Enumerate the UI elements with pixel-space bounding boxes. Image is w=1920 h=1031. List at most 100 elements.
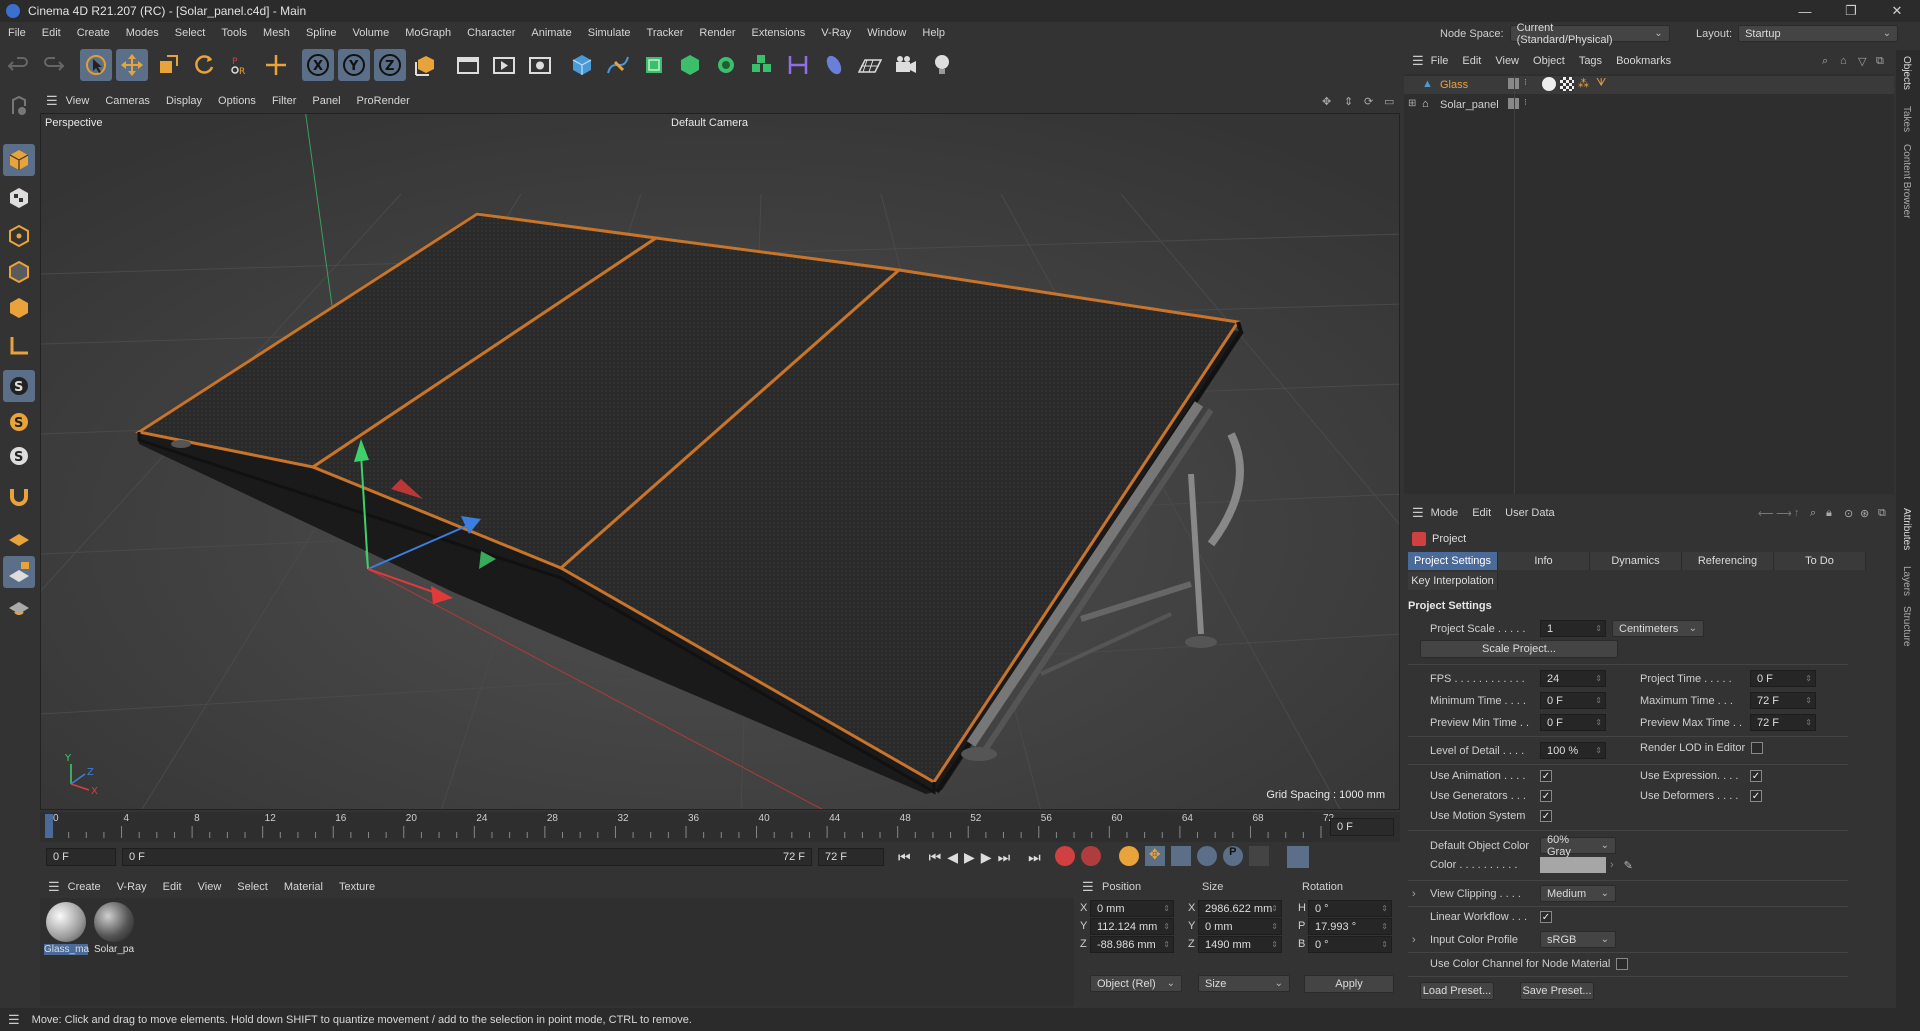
points-mode-icon[interactable] xyxy=(3,220,35,252)
end-frame-field[interactable]: 72 F xyxy=(818,848,884,866)
floor-icon[interactable] xyxy=(854,49,886,81)
apply-button[interactable]: Apply xyxy=(1304,975,1394,993)
attr-more-icon[interactable]: ⊛ xyxy=(1860,507,1869,520)
menu-select[interactable]: Select xyxy=(167,27,214,39)
material-menu-vray[interactable]: V-Ray xyxy=(109,881,155,893)
menu-tracker[interactable]: Tracker xyxy=(639,27,692,39)
planar-workplane-icon[interactable] xyxy=(3,592,35,624)
menu-window[interactable]: Window xyxy=(859,27,914,39)
key-rotation-icon[interactable] xyxy=(1196,846,1217,866)
close-icon[interactable]: ✕ xyxy=(1874,0,1920,22)
key-scale-icon[interactable] xyxy=(1170,846,1191,866)
tab-key-interpolation[interactable]: Key Interpolation xyxy=(1408,572,1498,590)
menu-mograph[interactable]: MoGraph xyxy=(397,27,459,39)
undo-button[interactable] xyxy=(2,49,34,81)
key-position-icon[interactable]: ✥ xyxy=(1144,846,1165,866)
use-expression-checkbox[interactable]: ✓ xyxy=(1750,770,1762,782)
texture-tag-icon[interactable] xyxy=(1560,77,1574,91)
viewport-perspective[interactable]: Y X Z Perspective Default Camera Grid Sp… xyxy=(40,113,1400,810)
light-icon[interactable] xyxy=(926,49,958,81)
tab-structure[interactable]: Structure xyxy=(1901,606,1912,647)
viewport-menu-display[interactable]: Display xyxy=(158,95,210,107)
menu-tools[interactable]: Tools xyxy=(213,27,255,39)
move-tool-button[interactable] xyxy=(116,49,148,81)
render-view-button[interactable] xyxy=(488,49,520,81)
extrude-icon[interactable] xyxy=(674,49,706,81)
timeline-layout-icon[interactable] xyxy=(1286,846,1309,868)
material-menu-edit[interactable]: Edit xyxy=(155,881,190,893)
lock-icon[interactable]: 🔒︎ xyxy=(1826,507,1832,520)
viewport-maximize-icon[interactable]: ▭ xyxy=(1384,95,1394,108)
object-name[interactable]: Glass xyxy=(1440,79,1468,91)
menu-render[interactable]: Render xyxy=(691,27,743,39)
polygons-mode-icon[interactable] xyxy=(3,292,35,324)
mograph-cubes-icon[interactable] xyxy=(746,49,778,81)
viewport-menu-panel[interactable]: Panel xyxy=(304,95,348,107)
tab-referencing[interactable]: Referencing xyxy=(1682,552,1774,570)
menu-file[interactable]: File xyxy=(0,27,34,39)
next-frame-icon[interactable]: ▶ xyxy=(981,849,992,866)
render-region-button[interactable] xyxy=(452,49,484,81)
z-axis-lock-button[interactable]: Z xyxy=(374,49,406,81)
objmgr-menu-file[interactable]: File xyxy=(1424,55,1456,67)
goto-end-icon[interactable]: ⏭ xyxy=(1028,849,1041,866)
field-icon[interactable] xyxy=(818,49,850,81)
menu-simulate[interactable]: Simulate xyxy=(580,27,639,39)
model-mode-icon[interactable] xyxy=(3,144,35,176)
coord-mode-dropdown[interactable]: Object (Rel) xyxy=(1090,975,1182,992)
menu-animate[interactable]: Animate xyxy=(523,27,579,39)
max-time-field[interactable]: 72 F xyxy=(1750,692,1816,709)
material-menu-material[interactable]: Material xyxy=(276,881,331,893)
rotation-field[interactable]: 17.993 ° xyxy=(1308,918,1392,935)
material-item[interactable]: Solar_pa xyxy=(92,902,136,955)
preview-min-field[interactable]: 0 F xyxy=(1540,714,1606,731)
node-space-dropdown[interactable]: Current (Standard/Physical) xyxy=(1509,22,1670,46)
key-pla-icon[interactable] xyxy=(1248,846,1269,866)
filter-icon[interactable]: ▽ xyxy=(1858,55,1866,68)
scale-tool-button[interactable] xyxy=(152,49,184,81)
viewport-menu-cameras[interactable]: Cameras xyxy=(97,95,158,107)
vray-tag-icon[interactable]: ᗐ xyxy=(1596,77,1606,90)
solo-hierarchy-icon[interactable]: S xyxy=(3,440,35,472)
attr-menu-mode[interactable]: Mode xyxy=(1424,507,1466,519)
attr-hamburger-icon[interactable]: ☰ xyxy=(1412,505,1424,521)
menu-volume[interactable]: Volume xyxy=(345,27,398,39)
material-menu-select[interactable]: Select xyxy=(229,881,276,893)
next-key-icon[interactable]: ⏭ xyxy=(998,849,1011,866)
frame-range-slider[interactable]: 0 F 72 F xyxy=(122,848,812,866)
view-clipping-dropdown[interactable]: Medium xyxy=(1540,885,1616,902)
expand-icon[interactable]: ⊞ xyxy=(1408,98,1416,109)
tab-layers[interactable]: Layers xyxy=(1901,566,1912,596)
use-generators-checkbox[interactable]: ✓ xyxy=(1540,790,1552,802)
viewport-menu-prorender[interactable]: ProRender xyxy=(349,95,418,107)
restore-icon[interactable]: ❐ xyxy=(1828,0,1874,22)
menu-edit[interactable]: Edit xyxy=(34,27,69,39)
settings-icon[interactable]: ⊙ xyxy=(1844,507,1853,520)
goto-start-icon[interactable]: ⏮ xyxy=(898,849,911,866)
material-menu-texture[interactable]: Texture xyxy=(331,881,383,893)
size-field[interactable]: 0 mm xyxy=(1198,918,1282,935)
new-window-icon[interactable]: ⧉ xyxy=(1876,55,1884,68)
back-arrow-icon[interactable]: ⟵ xyxy=(1758,507,1774,520)
hamburger-icon[interactable]: ☰ xyxy=(46,93,58,109)
attr-search-icon[interactable]: ⌕ xyxy=(1810,507,1816,520)
pen-spline-icon[interactable] xyxy=(602,49,634,81)
lod-field[interactable]: 100 % xyxy=(1540,742,1606,759)
layout-dropdown[interactable]: Startup xyxy=(1738,25,1899,42)
render-lod-checkbox[interactable] xyxy=(1751,742,1764,754)
color-arrow-icon[interactable]: › xyxy=(1610,859,1614,871)
live-selection-button[interactable] xyxy=(80,49,112,81)
position-field[interactable]: 0 mm xyxy=(1090,900,1174,917)
viewport-dolly-icon[interactable]: ⇕ xyxy=(1344,95,1353,108)
objmgr-menu-edit[interactable]: Edit xyxy=(1455,55,1488,67)
size-field[interactable]: 2986.622 mm xyxy=(1198,900,1282,917)
tab-objects[interactable]: Objects xyxy=(1901,56,1912,90)
object-name[interactable]: Solar_panel xyxy=(1440,99,1499,111)
tab-attributes[interactable]: Attributes xyxy=(1901,508,1912,550)
material-hamburger-icon[interactable]: ☰ xyxy=(48,879,60,895)
workplane-icon[interactable] xyxy=(3,520,35,552)
locked-workplane-icon[interactable] xyxy=(3,556,35,588)
save-preset-button[interactable]: Save Preset... xyxy=(1520,982,1594,1000)
visibility-dots-icon[interactable]: ⁝ xyxy=(1524,97,1527,108)
objmgr-menu-view[interactable]: View xyxy=(1488,55,1526,67)
